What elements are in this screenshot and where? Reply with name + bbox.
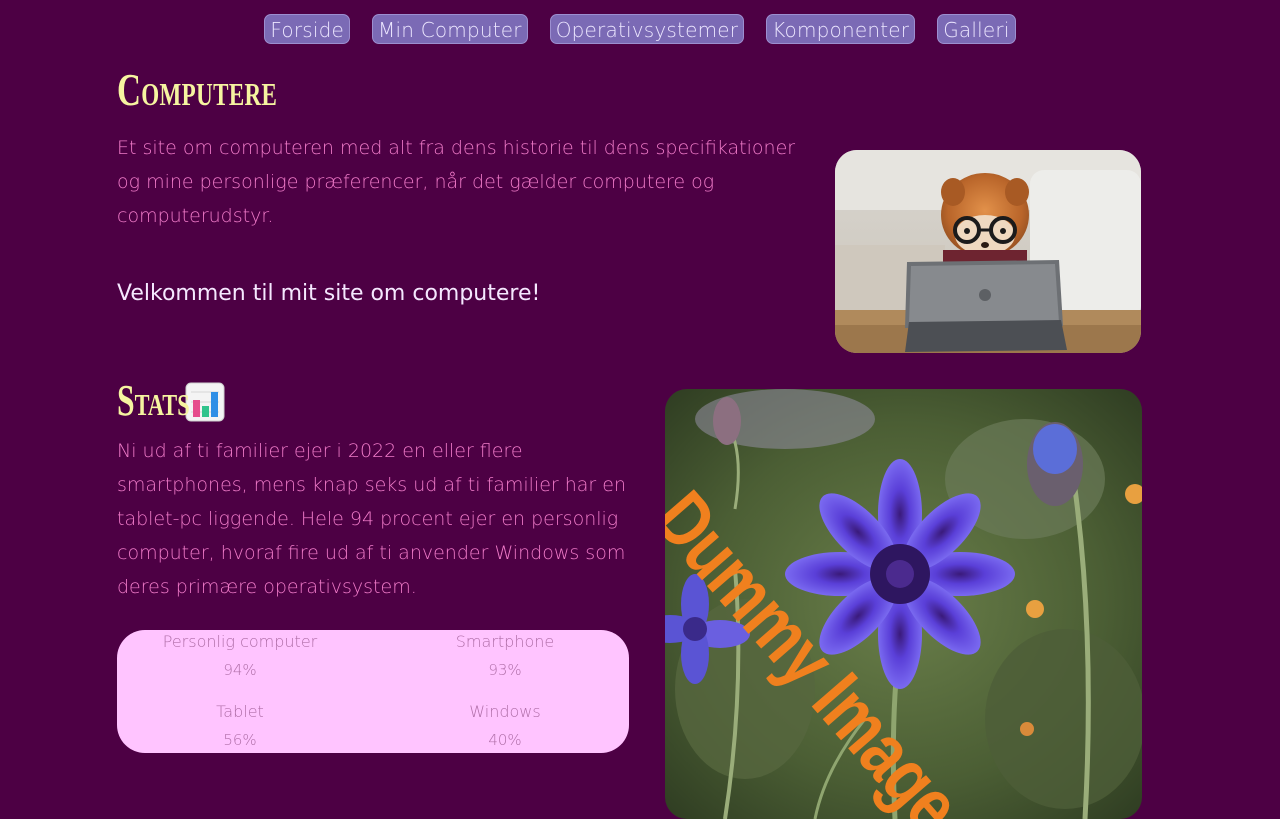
stats-paragraph: Ni ud af ti familier ejer i 2022 en elle… [117,440,627,598]
page-title: Computere [117,64,278,115]
stat-smartphone: Smartphone 93% [385,630,625,682]
stat-label: Windows [469,702,541,721]
intro-paragraph: Et site om computeren med alt fra dens h… [117,137,796,227]
nav-item-komponenter[interactable]: Komponenter [766,14,916,44]
stats-table: Personlig computer 94% Smartphone 93% Ta… [117,630,629,753]
nav-item-forside[interactable]: Forside [264,14,351,44]
nav-item-min-computer[interactable]: Min Computer [372,14,528,44]
cornflower-dummy-photo: Dummy Image [665,389,1142,819]
nav-item-galleri[interactable]: Galleri [937,14,1016,44]
stat-personal-computer: Personlig computer 94% [120,630,360,682]
welcome-text: Velkommen til mit site om computere! [117,281,541,306]
stat-value: 56% [223,731,257,749]
stat-tablet: Tablet 56% [120,700,360,752]
stat-label: Personlig computer [162,632,318,651]
nav-item-operativsystemer[interactable]: Operativsystemer [549,14,745,44]
stat-value: 40% [488,731,522,749]
stats-heading: Stats [117,374,225,428]
stat-label: Tablet [216,702,264,721]
main-navigation: Forside Min Computer Operativsystemer Ko… [0,14,1280,44]
stat-value: 93% [488,661,522,679]
stat-value: 94% [223,661,257,679]
stat-label: Smartphone [455,632,555,651]
stat-windows: Windows 40% [385,700,625,752]
dog-with-tablet-photo [835,150,1141,353]
stats-title: Stats [117,376,190,425]
bar-chart-icon [185,381,225,422]
